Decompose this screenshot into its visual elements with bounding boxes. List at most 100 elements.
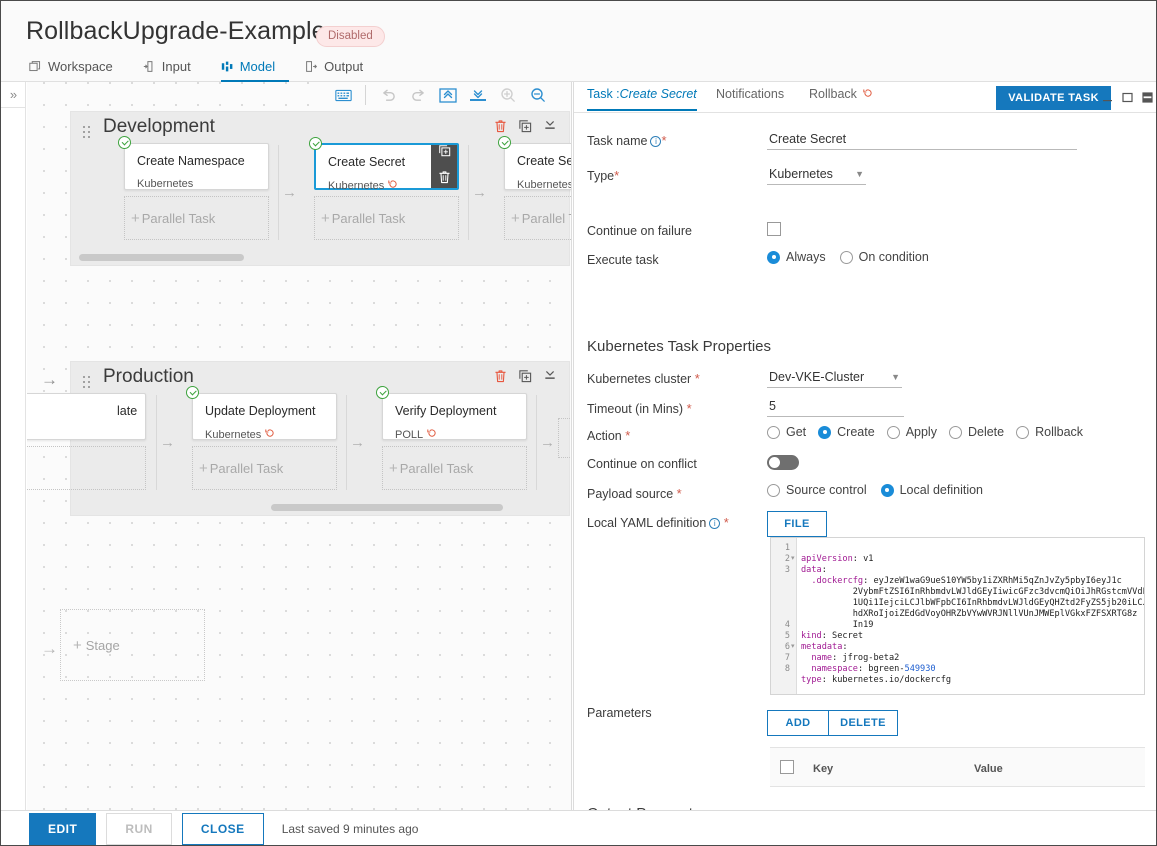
add-parallel-task-slot[interactable]: + Parallel Task [124, 196, 269, 240]
flow-arrow-icon: → [350, 434, 365, 451]
add-parallel-task-slot[interactable] [27, 446, 146, 490]
info-icon[interactable]: i [709, 518, 721, 529]
stage-drag-handle[interactable] [83, 126, 91, 138]
yaml-editor[interactable]: 1 2 3 4 5 6 7 8 apiVersion: v1 data: .do… [770, 537, 1145, 695]
validate-task-button[interactable]: VALIDATE TASK [996, 86, 1111, 110]
duplicate-stage-icon[interactable] [518, 119, 532, 138]
task-card-create-namespace[interactable]: Create Namespace Kubernetes [118, 136, 269, 190]
tab-model[interactable]: Model [220, 57, 290, 82]
yaml-file-button[interactable]: FILE [767, 511, 827, 537]
add-parallel-task-slot[interactable]: + Parallel Task [314, 196, 459, 240]
chevron-down-icon: ▼ [855, 169, 864, 179]
action-option-get[interactable]: Get [767, 425, 806, 439]
tab-workspace[interactable]: Workspace [29, 57, 127, 82]
redo-icon[interactable] [403, 82, 433, 108]
tab-input-label: Input [161, 58, 191, 74]
required-marker: * [676, 486, 682, 501]
rollback-icon [427, 428, 437, 441]
add-parallel-task-slot[interactable]: + Parallel Task [382, 446, 527, 490]
delete-task-icon[interactable] [438, 170, 451, 189]
yaml-key: apiVersion [801, 554, 853, 564]
fold-marker-icon[interactable]: ▾ [791, 554, 795, 562]
keyboard-icon[interactable] [328, 82, 358, 108]
task-card-partial[interactable]: late [27, 393, 146, 440]
tab-input[interactable]: Input [143, 57, 205, 82]
action-option-rollback[interactable]: Rollback [1016, 425, 1083, 439]
parameters-delete-button[interactable]: DELETE [829, 710, 898, 736]
expand-all-icon[interactable] [433, 82, 463, 108]
stage-flow-arrow-icon: → [41, 370, 58, 389]
stage-horizontal-scrollbar[interactable] [271, 504, 503, 511]
add-parallel-task-slot[interactable]: + Parallel Task [192, 446, 337, 490]
stage-horizontal-scrollbar[interactable] [79, 254, 244, 261]
add-stage-slot[interactable]: + Stage [60, 609, 205, 681]
tab-notifications[interactable]: Notifications [716, 87, 784, 109]
stage-drag-handle[interactable] [83, 376, 91, 388]
task-status-icon [376, 386, 389, 399]
zoom-out-icon[interactable] [523, 82, 553, 108]
zoom-in-icon[interactable] [493, 82, 523, 108]
stage-development[interactable]: Development Create Namespace Kubernetes … [70, 111, 571, 266]
execute-task-label: Execute task [587, 253, 659, 267]
chevron-down-icon: ▼ [891, 372, 900, 382]
parameters-label: Parameters [587, 706, 652, 720]
task-card-verify-deployment[interactable]: Verify Deployment POLL [376, 386, 527, 441]
collapse-stage-icon[interactable] [543, 369, 557, 388]
radio-dot-icon [767, 483, 780, 497]
payload-source-option-local-definition[interactable]: Local definition [880, 483, 983, 497]
add-task-slot[interactable]: + [558, 418, 571, 458]
action-option-apply[interactable]: Apply [886, 425, 937, 439]
action-option-delete[interactable]: Delete [948, 425, 1004, 439]
continue-on-conflict-toggle[interactable] [767, 455, 799, 470]
add-parallel-task-slot[interactable]: + Parallel Task [504, 196, 571, 240]
fold-marker-icon[interactable]: ▾ [791, 642, 795, 650]
page-title: RollbackUpgrade-Example [26, 17, 326, 45]
chevron-double-right-icon[interactable]: » [1, 82, 26, 108]
k8s-cluster-select[interactable]: Dev-VKE-Cluster ▼ [767, 368, 902, 388]
delete-stage-icon[interactable] [494, 369, 507, 388]
parameters-add-button[interactable]: ADD [767, 710, 829, 736]
maximize-icon[interactable] [1122, 90, 1133, 108]
tab-rollback[interactable]: Rollback [809, 87, 873, 109]
execute-task-option-always[interactable]: Always [767, 250, 826, 264]
tab-model-label: Model [239, 58, 276, 74]
k8s-cluster-value: Dev-VKE-Cluster [769, 370, 865, 384]
close-button[interactable]: CLOSE [181, 813, 264, 845]
task-name-input[interactable] [767, 130, 1077, 150]
parameters-select-all-checkbox[interactable] [780, 760, 794, 774]
edit-button[interactable]: EDIT [29, 813, 97, 845]
type-select-value: Kubernetes [769, 167, 833, 181]
tab-output[interactable]: Output [305, 57, 377, 82]
k8s-timeout-input[interactable] [767, 397, 904, 417]
tab-task[interactable]: Task :Create Secret [587, 87, 697, 111]
add-parallel-task-label: Parallel Task [521, 210, 571, 226]
yaml-editor-content[interactable]: apiVersion: v1 data: .dockercfg: eyJzeW1… [801, 543, 1144, 694]
minimize-icon[interactable] [1102, 90, 1113, 108]
tab-task-prefix: Task : [587, 87, 620, 101]
execute-task-option-on-condition[interactable]: On condition [839, 250, 929, 264]
task-card-type: Kubernetes [328, 179, 398, 192]
stage-production[interactable]: Production late → Update Deployment Kube… [27, 361, 571, 516]
undo-icon[interactable] [373, 82, 403, 108]
yaml-b64-1: eyJzeW1waG9ueS10YW5by1iZXRhMi5qZnJvZy5pb… [873, 576, 1122, 586]
pipeline-canvas[interactable]: Development Create Namespace Kubernetes … [27, 82, 572, 810]
duplicate-stage-icon[interactable] [518, 369, 532, 388]
restore-icon[interactable] [1142, 90, 1153, 108]
task-status-icon [118, 136, 131, 149]
add-parallel-task-label: Parallel Task [331, 210, 406, 226]
continue-on-failure-checkbox[interactable] [767, 222, 781, 236]
type-select[interactable]: Kubernetes ▼ [767, 165, 866, 185]
duplicate-task-icon[interactable] [438, 144, 451, 162]
task-card-update-deployment[interactable]: Update Deployment Kubernetes [186, 386, 337, 441]
collapse-stage-icon[interactable] [543, 119, 557, 138]
task-card-create-secret[interactable]: Create Secret Kubernetes [309, 137, 459, 192]
info-icon[interactable]: i [650, 136, 662, 147]
radio-dot-icon [886, 425, 900, 439]
yaml-b64-5: In19 [852, 620, 874, 630]
gutter-line: 5 [784, 631, 790, 641]
payload-source-option-source-control[interactable]: Source control [767, 483, 867, 497]
collapse-all-icon[interactable] [463, 82, 493, 108]
task-card-create-service[interactable]: Create Serv Kubernetes [498, 136, 571, 191]
action-option-create[interactable]: Create [818, 425, 875, 439]
task-card-name: Verify Deployment [395, 404, 497, 418]
